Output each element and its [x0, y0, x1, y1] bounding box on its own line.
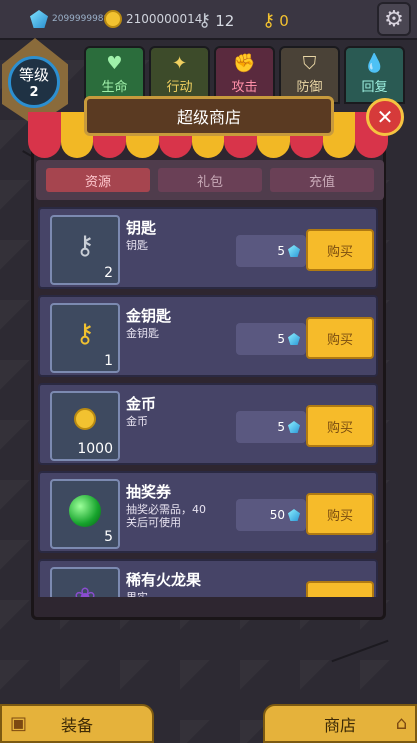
gold-key-amount: 0 — [279, 11, 289, 30]
awning-stripe — [28, 112, 61, 158]
gold-key-icon: ⚷ — [75, 319, 95, 349]
tab-recharge[interactable]: 充值 — [270, 168, 374, 192]
stat-label: 回复 — [361, 80, 388, 95]
item-thumbnail: ⚷ 1 — [50, 303, 120, 373]
store-icon: ⌂ — [395, 713, 407, 734]
item-price: 5 — [236, 411, 306, 443]
buy-button[interactable]: 购买 — [306, 229, 374, 271]
item-thumbnail: 1000 — [50, 391, 120, 461]
shop-tabs: 资源 礼包 充值 — [36, 160, 384, 200]
item-name: 稀有火龙果 — [126, 571, 202, 589]
shop-item: ⚷ 1 金钥匙 金钥匙 5 购买 — [38, 295, 378, 377]
gem-icon — [288, 509, 300, 521]
item-desc: 金币 — [126, 415, 148, 428]
level-value: 2 — [29, 85, 39, 100]
shop-item: ❀ 稀有火龙果 果实 — [38, 559, 378, 597]
item-price: 5 — [236, 323, 306, 355]
coin-counter: 2100000014 — [104, 10, 202, 28]
shop-title-text: 超级商店 — [176, 108, 241, 127]
buy-button[interactable]: 购买 — [306, 405, 374, 447]
coin-icon — [52, 407, 118, 437]
price-value: 50 — [269, 508, 285, 522]
heart-icon: ♥ — [106, 53, 123, 74]
item-quantity: 1 — [104, 353, 113, 369]
item-name: 金钥匙 — [126, 307, 172, 325]
tab-packs[interactable]: 礼包 — [158, 168, 262, 192]
gem-icon — [288, 245, 300, 257]
item-quantity: 1000 — [77, 441, 113, 457]
stat-label: 攻击 — [231, 80, 258, 95]
close-button[interactable]: ✕ — [366, 98, 404, 136]
drop-icon: 💧 — [363, 53, 386, 74]
equipment-label: 装备 — [60, 715, 93, 735]
item-quantity: 2 — [104, 265, 113, 281]
shop-item: 5 抽奖券 抽奖必需品，40关后可使用 50 购买 — [38, 471, 378, 553]
silver-key-icon: ⚷ — [75, 231, 95, 261]
price-value: 5 — [277, 244, 285, 258]
silver-key-amount: 12 — [215, 11, 235, 30]
gold-key-counter: ⚷ 0 — [262, 10, 289, 31]
dragonfruit-icon: ❀ — [52, 583, 118, 597]
coin-amount: 2100000014 — [126, 12, 203, 26]
equipment-button[interactable]: ▣ 装备 — [0, 704, 154, 743]
fist-icon: ✊ — [233, 53, 256, 74]
shop-title: 超级商店 — [84, 96, 334, 136]
item-name: 抽奖券 — [126, 483, 172, 501]
gem-icon — [288, 421, 300, 433]
item-desc: 果实 — [126, 591, 206, 597]
shop-item-list[interactable]: ⚷ 2 钥匙 钥匙 5 购买 ⚷ 1 金钥匙 金钥匙 5 购买 1000 金币 … — [38, 207, 378, 597]
settings-button[interactable]: ⚙ — [377, 2, 411, 36]
price-value: 5 — [277, 332, 285, 346]
silver-key-counter: ⚷ 12 — [198, 10, 234, 31]
stat-label: 生命 — [101, 80, 128, 95]
close-icon: ✕ — [376, 105, 394, 129]
buy-button[interactable]: 购买 — [306, 493, 374, 535]
shop-item: 1000 金币 金币 5 购买 — [38, 383, 378, 465]
shop-item: ⚷ 2 钥匙 钥匙 5 购买 — [38, 207, 378, 289]
stat-label: 行动 — [166, 80, 193, 95]
item-price: 50 — [236, 499, 306, 531]
shop-button[interactable]: 商店 ⌂ — [263, 704, 417, 743]
gem-icon — [30, 10, 48, 28]
gear-icon: ⚙ — [384, 6, 404, 32]
buy-button[interactable]: 购买 — [306, 317, 374, 359]
silver-key-icon: ⚷ — [198, 10, 212, 31]
coin-icon — [104, 10, 122, 28]
gem-counter: 2099999988 — [30, 10, 109, 28]
gem-icon — [288, 333, 300, 345]
item-desc: 金钥匙 — [126, 327, 159, 340]
gem-amount: 2099999988 — [52, 14, 110, 24]
tab-resources[interactable]: 资源 — [46, 168, 150, 192]
item-desc: 钥匙 — [126, 239, 148, 252]
stat-recover[interactable]: 💧 回复 — [344, 46, 405, 104]
buy-button[interactable] — [306, 581, 374, 597]
level-display: 等级 2 — [8, 56, 60, 108]
stat-label: 防御 — [296, 80, 323, 95]
item-thumbnail: 5 — [50, 479, 120, 549]
shop-label: 商店 — [323, 715, 356, 735]
item-name: 钥匙 — [126, 219, 157, 237]
item-thumbnail: ⚷ 2 — [50, 215, 120, 285]
top-bar: 2099999988 2100000014 ⚷ 12 ⚷ 0 ⚙ — [0, 0, 417, 40]
bolt-icon: ✦ — [171, 53, 188, 74]
bottom-bar: ▣ 装备 商店 ⌂ — [0, 704, 417, 743]
backpack-icon: ▣ — [10, 713, 28, 734]
item-quantity: 5 — [104, 529, 113, 545]
item-thumbnail: ❀ — [50, 567, 120, 597]
item-desc: 抽奖必需品，40关后可使用 — [126, 503, 206, 529]
item-name: 金币 — [126, 395, 157, 413]
gold-key-icon: ⚷ — [262, 10, 276, 31]
shield-icon: ⛉ — [302, 53, 317, 74]
price-value: 5 — [277, 420, 285, 434]
level-label: 等级 — [18, 66, 49, 84]
item-price: 5 — [236, 235, 306, 267]
